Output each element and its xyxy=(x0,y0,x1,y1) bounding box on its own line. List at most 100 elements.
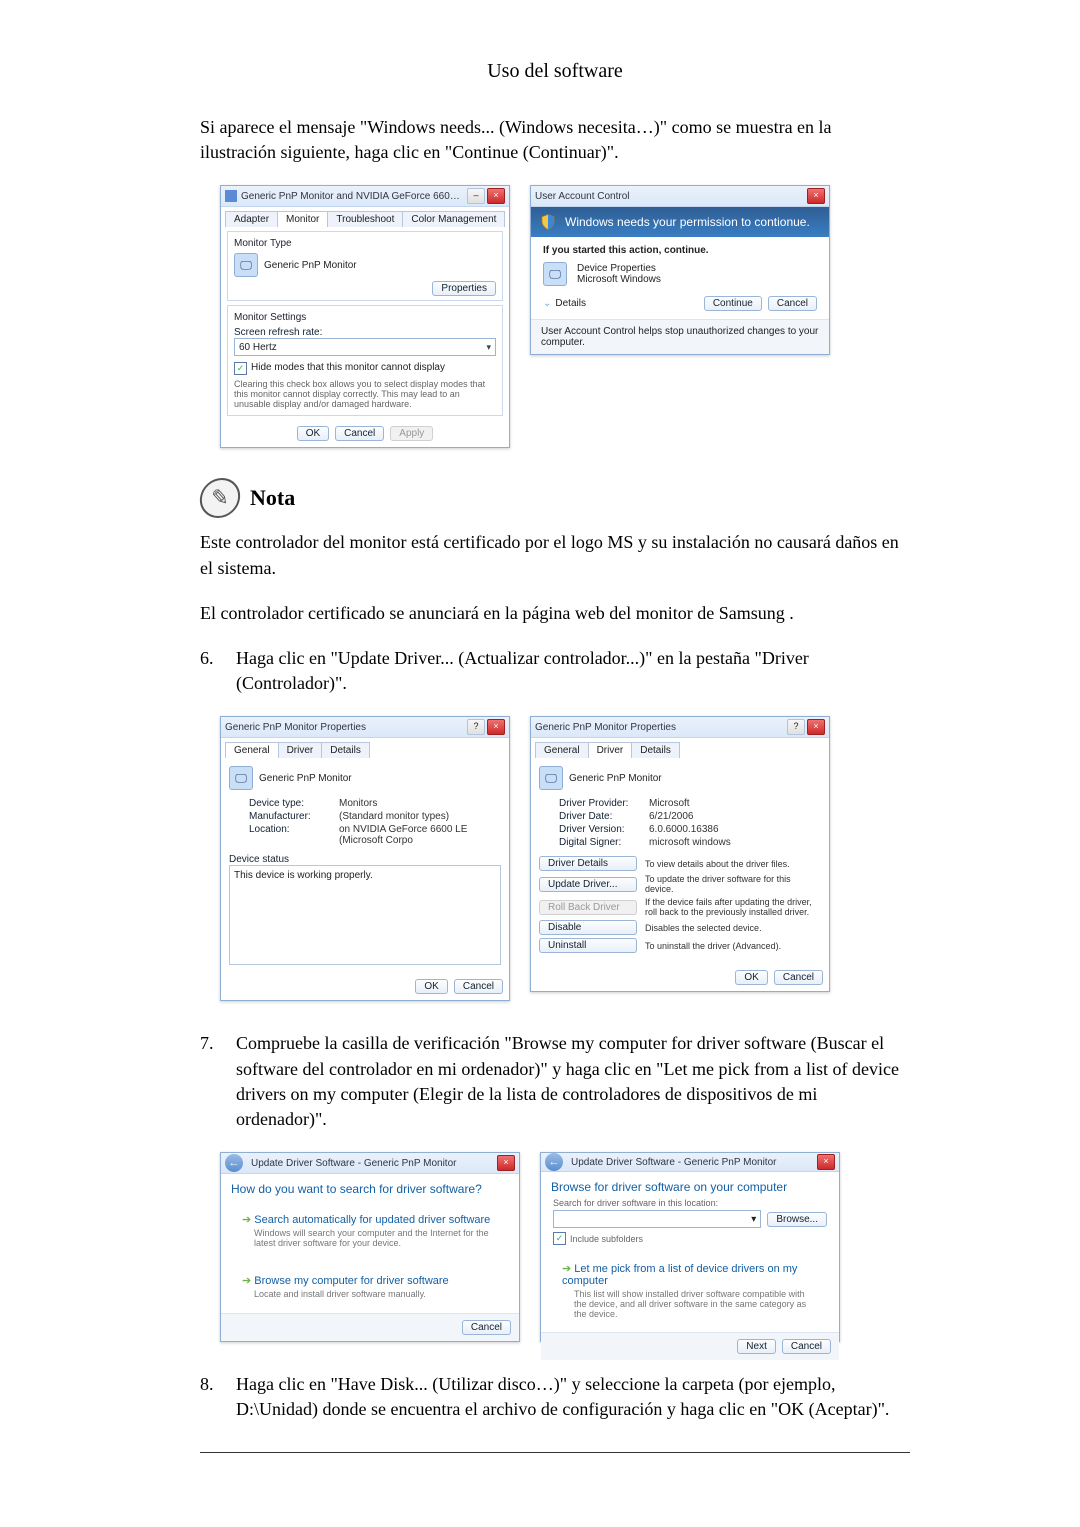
kv-key: Driver Provider: xyxy=(559,798,649,809)
back-button[interactable]: ← xyxy=(545,1153,563,1171)
screenshot-update-wizard-search: ← Update Driver Software - Generic PnP M… xyxy=(220,1152,520,1342)
window-title: User Account Control xyxy=(535,191,803,202)
cancel-button[interactable]: Cancel xyxy=(335,426,384,441)
option-browse-computer[interactable]: Browse my computer for driver software L… xyxy=(235,1267,505,1306)
kv-value: (Standard monitor types) xyxy=(339,811,501,822)
tab-general[interactable]: General xyxy=(535,742,589,758)
pencil-icon xyxy=(198,478,242,518)
close-button[interactable]: × xyxy=(487,719,505,735)
kv-key: Driver Date: xyxy=(559,811,649,822)
kv-value: microsoft windows xyxy=(649,837,821,848)
close-button[interactable]: × xyxy=(487,188,505,204)
footer-rule xyxy=(200,1452,910,1453)
help-button[interactable]: ? xyxy=(467,719,485,735)
chevron-down-icon: ⌄ xyxy=(543,298,551,309)
kv-value: on NVIDIA GeForce 6600 LE (Microsoft Cor… xyxy=(339,824,501,846)
continue-button[interactable]: Continue xyxy=(704,296,762,311)
step-text: Haga clic en "Have Disk... (Utilizar dis… xyxy=(236,1372,910,1422)
cancel-button[interactable]: Cancel xyxy=(774,970,823,985)
note-paragraph-2: El controlador certificado se anunciará … xyxy=(200,601,910,626)
close-button[interactable]: × xyxy=(817,1154,835,1170)
tab-details[interactable]: Details xyxy=(631,742,680,758)
ok-button[interactable]: OK xyxy=(735,970,767,985)
back-button[interactable]: ← xyxy=(225,1154,243,1172)
step-number: 6. xyxy=(200,646,228,696)
note-paragraph-1: Este controlador del monitor está certif… xyxy=(200,530,910,580)
option-subtitle: Windows will search your computer and th… xyxy=(242,1228,498,1248)
close-button[interactable]: × xyxy=(807,188,825,204)
screenshot-monitor-properties: Generic PnP Monitor and NVIDIA GeForce 6… xyxy=(220,185,510,448)
hide-modes-checkbox[interactable]: ✓ xyxy=(234,362,247,375)
kv-value: Microsoft xyxy=(649,798,821,809)
chevron-down-icon: ▾ xyxy=(486,342,491,353)
refresh-rate-label: Screen refresh rate: xyxy=(234,327,496,338)
update-driver-button[interactable]: Update Driver... xyxy=(539,877,637,892)
monitor-icon xyxy=(539,766,563,790)
option-title: Browse my computer for driver software xyxy=(242,1274,498,1287)
screenshot-update-wizard-browse: ← Update Driver Software - Generic PnP M… xyxy=(540,1152,840,1342)
kv-key: Device type: xyxy=(249,798,339,809)
tab-troubleshoot[interactable]: Troubleshoot xyxy=(327,211,403,227)
device-status-text: This device is working properly. xyxy=(234,870,373,881)
uac-line1: Device Properties xyxy=(577,263,661,274)
include-subfolders-label: Include subfolders xyxy=(570,1234,643,1244)
device-icon xyxy=(543,262,567,286)
uac-started: If you started this action, continue. xyxy=(543,245,817,256)
step-6: 6. Haga clic en "Update Driver... (Actua… xyxy=(200,646,910,696)
wizard-question: How do you want to search for driver sof… xyxy=(221,1174,519,1200)
driver-details-button[interactable]: Driver Details xyxy=(539,856,637,871)
option-title: Let me pick from a list of device driver… xyxy=(562,1262,818,1287)
close-button[interactable]: × xyxy=(807,719,825,735)
note-heading: Nota xyxy=(200,478,910,518)
include-subfolders-checkbox[interactable]: ✓ xyxy=(553,1232,566,1245)
uac-footer: User Account Control helps stop unauthor… xyxy=(531,319,829,354)
window-title: Generic PnP Monitor Properties xyxy=(225,722,463,733)
tab-driver[interactable]: Driver xyxy=(588,742,633,758)
document-page: Uso del software Si aparece el mensaje "… xyxy=(0,0,1080,1527)
cancel-button[interactable]: Cancel xyxy=(462,1320,511,1335)
kv-key: Digital Signer: xyxy=(559,837,649,848)
cancel-button[interactable]: Cancel xyxy=(782,1339,831,1354)
ok-button[interactable]: OK xyxy=(415,979,447,994)
monitor-settings-section: Monitor Settings Screen refresh rate: 60… xyxy=(227,305,503,416)
minimize-button[interactable]: – xyxy=(467,188,485,204)
monitor-name: Generic PnP Monitor xyxy=(569,773,662,784)
ok-button[interactable]: OK xyxy=(297,426,329,441)
tab-general[interactable]: General xyxy=(225,742,279,758)
option-search-auto[interactable]: Search automatically for updated driver … xyxy=(235,1206,505,1255)
tab-color-management[interactable]: Color Management xyxy=(402,211,505,227)
option-let-me-pick[interactable]: Let me pick from a list of device driver… xyxy=(555,1255,825,1326)
rollback-driver-button[interactable]: Roll Back Driver xyxy=(539,900,637,915)
hide-modes-help: Clearing this check box allows you to se… xyxy=(234,379,496,409)
next-button[interactable]: Next xyxy=(737,1339,776,1354)
window-title: Update Driver Software - Generic PnP Mon… xyxy=(571,1157,813,1168)
tab-details[interactable]: Details xyxy=(321,742,370,758)
kv-value: 6/21/2006 xyxy=(649,811,821,822)
refresh-rate-dropdown[interactable]: 60 Hertz ▾ xyxy=(234,338,496,356)
details-link[interactable]: Details xyxy=(555,298,586,309)
browse-button[interactable]: Browse... xyxy=(767,1212,827,1227)
cancel-button[interactable]: Cancel xyxy=(768,296,817,311)
monitor-type-section: Monitor Type Generic PnP Monitor Propert… xyxy=(227,231,503,301)
option-subtitle: This list will show installed driver sof… xyxy=(562,1289,818,1319)
uninstall-button[interactable]: Uninstall xyxy=(539,938,637,953)
kv-value: 6.0.6000.16386 xyxy=(649,824,821,835)
app-icon xyxy=(225,190,237,202)
help-button[interactable]: ? xyxy=(787,719,805,735)
monitor-type-label: Monitor Type xyxy=(234,238,496,249)
disable-button[interactable]: Disable xyxy=(539,920,637,935)
apply-button[interactable]: Apply xyxy=(390,426,433,441)
option-subtitle: Locate and install driver software manua… xyxy=(242,1289,498,1299)
tab-adapter[interactable]: Adapter xyxy=(225,211,278,227)
tab-monitor[interactable]: Monitor xyxy=(277,211,328,227)
tab-driver[interactable]: Driver xyxy=(278,742,323,758)
path-input[interactable]: ▾ xyxy=(553,1210,761,1228)
page-title: Uso del software xyxy=(200,60,910,83)
uninstall-desc: To uninstall the driver (Advanced). xyxy=(645,941,821,951)
uac-banner: Windows needs your permission to contion… xyxy=(531,207,829,237)
close-button[interactable]: × xyxy=(497,1155,515,1171)
properties-button[interactable]: Properties xyxy=(432,281,496,296)
uac-line2: Microsoft Windows xyxy=(577,274,661,285)
cancel-button[interactable]: Cancel xyxy=(454,979,503,994)
window-title: Generic PnP Monitor Properties xyxy=(535,722,783,733)
